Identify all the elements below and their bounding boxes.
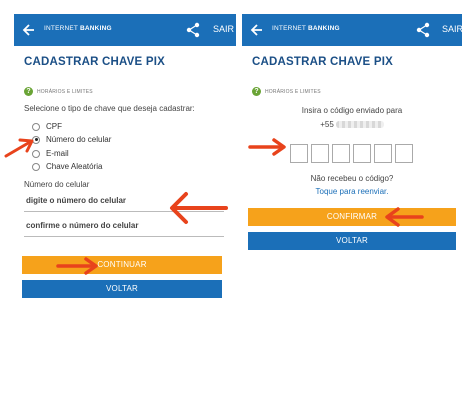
- hours-limits-link[interactable]: ? HORÁRIOS E LIMITES: [24, 87, 93, 96]
- redacted-phone-number: [335, 121, 384, 129]
- exit-button[interactable]: SAIR: [213, 24, 234, 34]
- radio-label: Chave Aleatória: [46, 162, 103, 171]
- share-icon[interactable]: [186, 22, 200, 38]
- register-key-screen: INTERNET BANKING SAIR CADASTRAR CHAVE PI…: [14, 14, 236, 304]
- masked-phone: +55: [242, 120, 462, 129]
- page-title: CADASTRAR CHAVE PIX: [24, 56, 165, 68]
- brand-prefix: INTERNET: [272, 25, 306, 32]
- help-icon: ?: [24, 87, 33, 96]
- radio-button[interactable]: [32, 122, 40, 131]
- annotation-arrow-icon: [56, 257, 98, 275]
- brand-prefix: INTERNET: [44, 25, 78, 32]
- radio-option-phone[interactable]: Número do celular: [32, 135, 111, 144]
- back-button[interactable]: VOLTAR: [248, 232, 456, 250]
- brand-suffix: BANKING: [80, 25, 112, 32]
- top-bar: INTERNET BANKING SAIR: [242, 14, 463, 46]
- code-digit-input[interactable]: [353, 144, 371, 163]
- radio-button[interactable]: [32, 162, 40, 171]
- radio-label: Número do celular: [46, 135, 112, 144]
- code-prompt: Insira o código enviado para: [301, 106, 403, 115]
- back-arrow-icon[interactable]: [22, 22, 36, 38]
- help-label: HORÁRIOS E LIMITES: [37, 88, 93, 95]
- help-icon: ?: [252, 87, 261, 96]
- key-type-prompt: Selecione o tipo de chave que deseja cad…: [24, 104, 195, 113]
- page-title: CADASTRAR CHAVE PIX: [252, 56, 393, 68]
- continue-button[interactable]: CONTINUAR: [22, 256, 222, 274]
- radio-label: CPF: [46, 122, 62, 131]
- annotation-arrow-icon: [385, 207, 424, 227]
- radio-option-random[interactable]: Chave Aleatória: [32, 162, 102, 171]
- code-digit-input[interactable]: [395, 144, 413, 163]
- code-digit-input[interactable]: [374, 144, 392, 163]
- radio-option-email[interactable]: E-mail: [32, 149, 69, 158]
- radio-option-cpf[interactable]: CPF: [32, 122, 62, 131]
- exit-button[interactable]: SAIR: [442, 24, 463, 34]
- no-code-text: Não recebeu o código?: [310, 174, 394, 183]
- brand-label: INTERNET BANKING: [272, 25, 340, 32]
- annotation-arrow-icon: [248, 138, 286, 156]
- annotation-arrow-icon: [4, 138, 34, 158]
- phone-placeholder: digite o número do celular: [26, 196, 127, 205]
- code-digit-input[interactable]: [290, 144, 308, 163]
- back-arrow-icon[interactable]: [250, 22, 264, 38]
- top-bar: INTERNET BANKING SAIR: [14, 14, 236, 46]
- verification-code-screen: INTERNET BANKING SAIR CADASTRAR CHAVE PI…: [242, 14, 463, 254]
- phone-field-label: Número do celular: [24, 180, 90, 189]
- back-button[interactable]: VOLTAR: [22, 280, 222, 298]
- code-digit-input[interactable]: [311, 144, 329, 163]
- phone-prefix: +55: [320, 120, 334, 129]
- help-label: HORÁRIOS E LIMITES: [265, 88, 321, 95]
- resend-link[interactable]: Toque para reenviar.: [242, 187, 462, 196]
- radio-label: E-mail: [46, 149, 69, 158]
- share-icon[interactable]: [416, 22, 430, 38]
- brand-label: INTERNET BANKING: [44, 25, 112, 32]
- confirm-button[interactable]: CONFIRMAR: [248, 208, 456, 226]
- code-digit-input[interactable]: [332, 144, 350, 163]
- confirm-phone-placeholder: confirme o número do celular: [26, 221, 139, 230]
- annotation-arrow-icon: [170, 192, 228, 224]
- brand-suffix: BANKING: [308, 25, 340, 32]
- hours-limits-link[interactable]: ? HORÁRIOS E LIMITES: [252, 87, 321, 96]
- code-input-group: [290, 144, 416, 163]
